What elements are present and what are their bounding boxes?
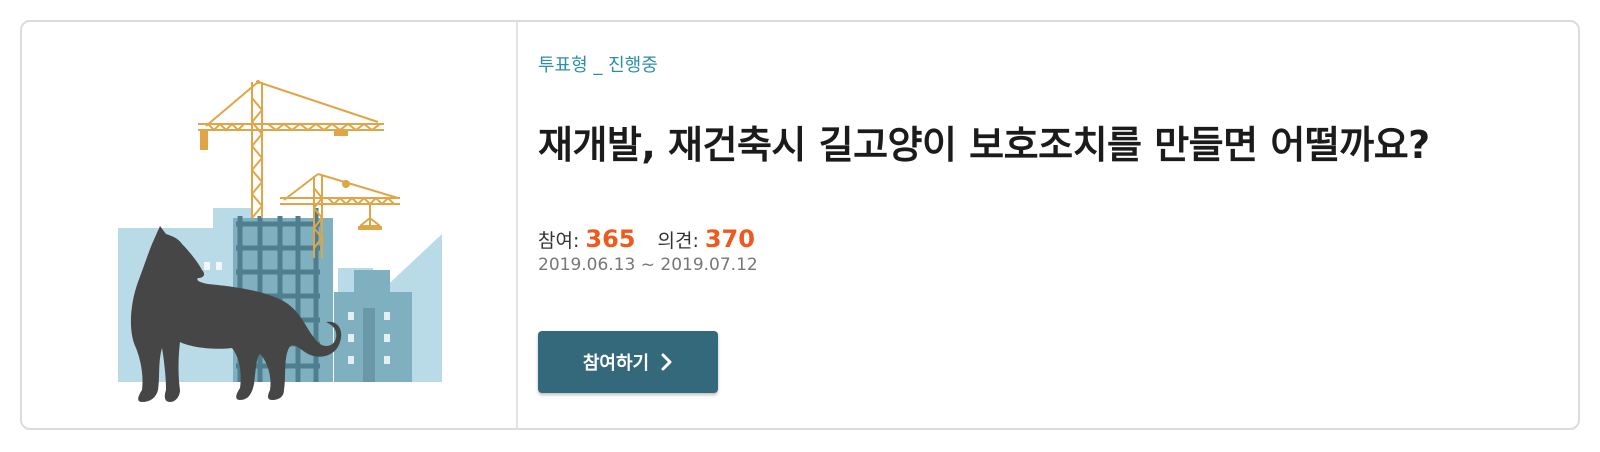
poll-title[interactable]: 재개발, 재건축시 길고양이 보호조치를 만들면 어떨까요? (538, 114, 1430, 169)
poll-period: 2019.06.13 ~ 2019.07.12 (538, 255, 758, 275)
opinions-label: 의견: (657, 230, 699, 252)
poll-card: 투표형 _ 진행중 재개발, 재건축시 길고양이 보호조치를 만들면 어떨까요?… (20, 20, 1580, 430)
cat-construction-illustration (118, 80, 442, 402)
chevron-right-icon (661, 353, 672, 371)
poll-content: 투표형 _ 진행중 재개발, 재건축시 길고양이 보호조치를 만들면 어떨까요?… (538, 22, 1578, 428)
poll-stats: 참여: 365 의견: 370 (538, 225, 755, 253)
poll-category-status: 투표형 _ 진행중 (538, 55, 658, 76)
opinions-count: 370 (704, 225, 755, 253)
participants-count: 365 (585, 225, 636, 253)
participate-button[interactable]: 참여하기 (538, 331, 718, 393)
participants-label: 참여: (538, 230, 580, 252)
participate-button-label: 참여하기 (582, 353, 650, 374)
illustration-panel (22, 22, 518, 428)
